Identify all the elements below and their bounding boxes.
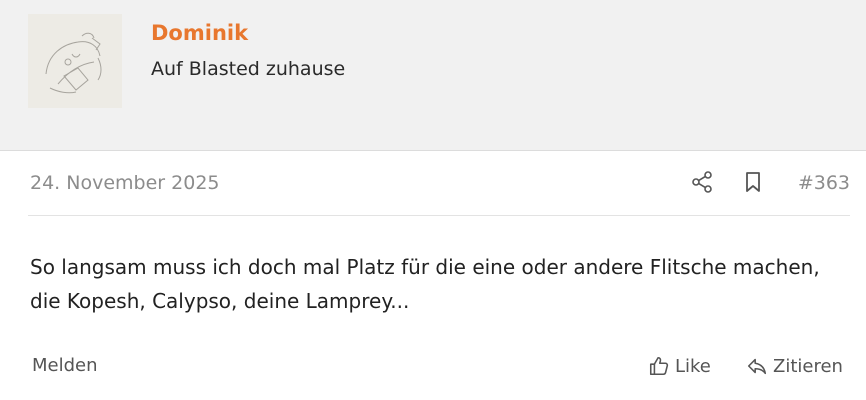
post-number-link[interactable]: #363 <box>798 170 850 196</box>
author-name[interactable]: Dominik <box>151 19 248 47</box>
share-icon[interactable] <box>690 170 714 194</box>
post-body-text: So langsam muss ich doch mal Platz für d… <box>30 255 820 313</box>
report-button[interactable]: Melden <box>32 354 98 378</box>
like-button[interactable]: Like <box>648 353 711 379</box>
reply-arrow-icon <box>746 355 768 377</box>
bookmark-icon[interactable] <box>742 170 764 194</box>
post-actions: Melden Like Zitieren <box>30 350 850 384</box>
avatar[interactable] <box>28 14 122 108</box>
like-label: Like <box>675 355 711 377</box>
author-title: Auf Blasted zuhause <box>151 58 346 80</box>
post-date[interactable]: 24. November 2025 <box>30 170 220 196</box>
post-meta-bar: 24. November 2025 #363 <box>28 150 850 216</box>
quote-button[interactable]: Zitieren <box>746 353 843 379</box>
post-author-header: Dominik Auf Blasted zuhause <box>0 0 866 151</box>
thumbs-up-icon <box>648 355 670 377</box>
forum-post: Dominik Auf Blasted zuhause 24. November… <box>0 0 866 400</box>
sketch-drawing-avatar-icon <box>28 14 122 108</box>
quote-label: Zitieren <box>773 355 843 377</box>
